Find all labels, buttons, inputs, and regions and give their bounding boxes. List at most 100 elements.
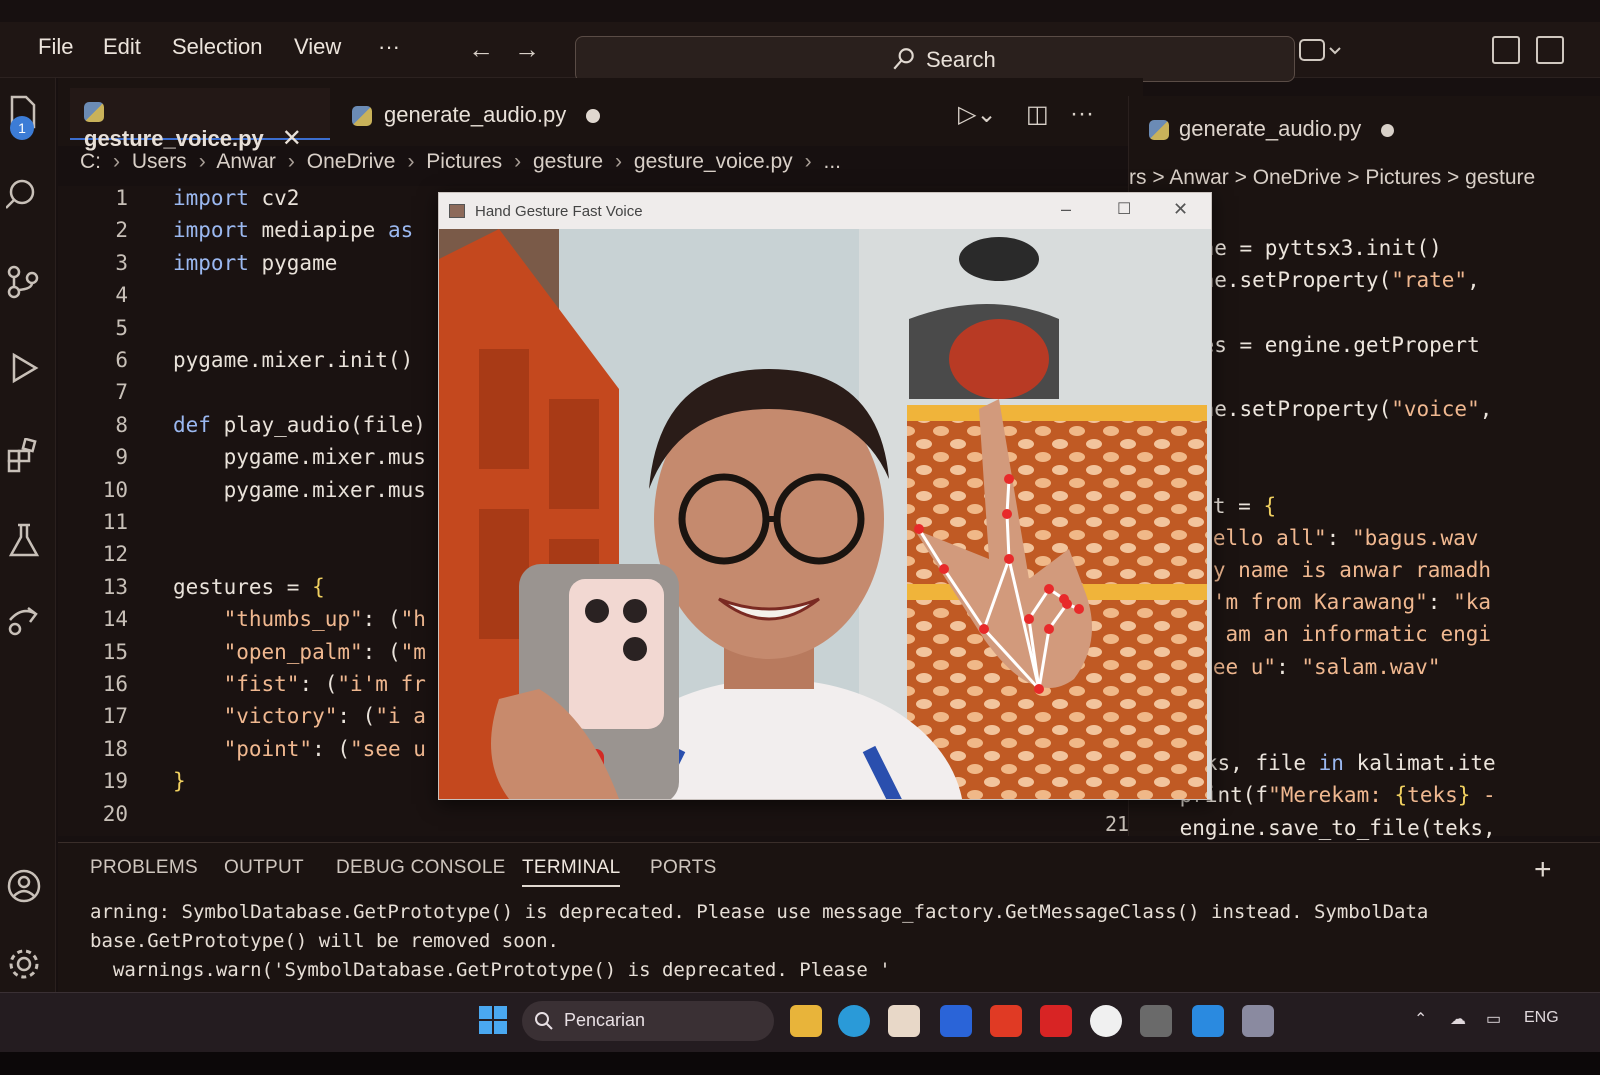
panel-tab-terminal[interactable]: TERMINAL [522,857,621,887]
back-arrow-icon[interactable]: ← [468,34,494,65]
network-icon[interactable]: ▭ [1486,1009,1501,1029]
search-icon [535,1012,553,1030]
cloud-icon[interactable]: ☁ [1450,1009,1466,1029]
menu-more[interactable]: ··· [378,34,400,60]
file-explorer-icon[interactable] [790,1005,822,1037]
terminal-line: arning: SymbolDatabase.GetPrototype() is… [90,901,1429,923]
line-number: 13 [102,574,128,599]
breadcrumb-users[interactable]: Users [132,150,187,173]
account-icon[interactable] [6,868,42,904]
close-icon[interactable]: ✕ [282,125,302,152]
monitor-bezel [0,1052,1600,1075]
split-breadcrumb[interactable]: rs > Anwar > OneDrive > Pictures > gestu… [1129,166,1535,190]
terminal-app-icon[interactable] [1140,1005,1172,1037]
new-terminal-icon[interactable]: + [1534,853,1552,887]
menu-edit[interactable]: Edit [103,34,141,60]
panel-tab-output[interactable]: OUTPUT [224,857,304,879]
taskbar-search[interactable]: Pencarian [522,1001,774,1041]
split-line-number: 21 [1105,812,1130,836]
code-text: "thumbs_up": ("h [223,607,426,632]
breadcrumb-file[interactable]: gesture_voice.py [634,150,793,173]
vscode-app-icon[interactable] [1192,1005,1224,1037]
split-code-line: engine.setProperty("voice", [1151,397,1493,421]
search-icon[interactable] [6,176,42,212]
code-text: pygame.mixer.mus [173,445,426,470]
split-code-line: voices = engine.getPropert [1151,332,1480,357]
settings-gear-icon[interactable] [6,946,42,982]
breadcrumb-onedrive[interactable]: OneDrive [307,150,396,173]
breadcrumb-anwar[interactable]: Anwar [216,150,276,173]
panel-tab-debug-console[interactable]: DEBUG CONSOLE [336,857,506,879]
language-indicator[interactable]: ENG [1524,1009,1559,1027]
vscode-window: File Edit Selection View ··· ← → Search … [0,0,1600,1075]
panel-tab-ports[interactable]: PORTS [650,857,717,879]
breadcrumb-drive[interactable]: C: [80,150,101,173]
code-text: gestures = { [173,574,325,599]
code-line[interactable]: 20 [58,802,1128,834]
python-file-icon [84,102,104,123]
line-number: 7 [115,380,128,405]
split-code-line [1151,429,1600,461]
code-text: "victory": ("i a [223,704,426,729]
split-tab-generate-audio[interactable]: generate_audio.py [1149,116,1395,142]
line-number: 8 [115,412,128,437]
breadcrumb-pictures[interactable]: Pictures [426,150,502,173]
maximize-icon[interactable]: ☐ [1117,199,1131,219]
breadcrumb-gesture[interactable]: gesture [533,150,603,173]
wps-office-icon[interactable] [1040,1005,1072,1037]
code-text: "point": ("see u [223,736,426,761]
python-window-icon[interactable] [1242,1005,1274,1037]
breadcrumb-symbol[interactable]: ... [824,150,842,173]
line-number: 1 [115,186,128,210]
hand-gesture-window[interactable]: Hand Gesture Fast Voice – ☐ ✕ [438,192,1212,800]
source-control-icon[interactable] [6,264,42,300]
line-number: 10 [102,477,128,502]
code-text: import mediapipe as [173,218,414,243]
panel-tab-problems[interactable]: PROBLEMS [90,857,198,879]
word-app-icon[interactable] [940,1005,972,1037]
line-number: 15 [102,639,128,664]
tray-chevron-icon[interactable]: ⌃ [1414,1009,1427,1029]
split-code-line: engine.setProperty("rate", [1151,268,1480,293]
windows-taskbar: Pencarian ⌃ ☁ ▭ ENG [0,992,1600,1052]
terminal-line: warnings.warn('SymbolDatabase.GetPrototy… [90,959,891,981]
testing-icon[interactable] [6,522,42,558]
chrome-icon[interactable] [1090,1005,1122,1037]
line-number: 6 [115,348,128,372]
tab-generate-audio[interactable]: generate_audio.py [348,88,618,140]
forward-arrow-icon[interactable]: → [514,34,540,65]
brave-browser-icon[interactable] [990,1005,1022,1037]
menu-selection[interactable]: Selection [172,34,263,60]
code-text: "open_palm": ("m [223,639,426,664]
edge-browser-icon[interactable] [838,1005,870,1037]
run-debug-icon[interactable] [6,350,42,386]
line-number: 3 [115,250,128,275]
command-search-box[interactable]: Search [575,36,1295,82]
more-actions-icon[interactable]: ··· [1070,100,1094,128]
remote-icon[interactable] [6,602,42,638]
menu-file[interactable]: File [38,34,73,60]
code-text: def play_audio(file) [173,412,426,437]
line-number: 17 [102,704,128,729]
close-icon[interactable]: ✕ [1173,199,1188,220]
line-number: 2 [115,218,128,243]
code-text: pygame.mixer.mus [173,477,426,502]
terminal-line: base.GetPrototype() will be removed soon… [90,930,559,952]
run-python-icon[interactable]: ▷⌄ [958,100,997,129]
webcam-image [439,229,1211,799]
copilot-icon[interactable] [1298,36,1346,66]
python-file-icon [352,106,372,127]
extensions-icon[interactable] [6,438,42,474]
toggle-panel-icon[interactable] [1536,36,1564,64]
windows-start-icon[interactable] [478,1005,508,1035]
minimize-icon[interactable]: – [1061,199,1071,220]
menu-bar: File Edit Selection View ··· ← → Search [0,22,1600,82]
split-editor-icon[interactable]: ◫ [1026,100,1049,129]
layout-icon[interactable] [1492,36,1520,64]
line-number: 5 [115,315,128,340]
line-number: 12 [102,542,128,567]
menu-view[interactable]: View [294,34,341,60]
store-icon[interactable] [888,1005,920,1037]
tab-gesture-voice[interactable]: gesture_voice.py ✕ [70,88,330,152]
window-title: Hand Gesture Fast Voice [475,203,643,220]
